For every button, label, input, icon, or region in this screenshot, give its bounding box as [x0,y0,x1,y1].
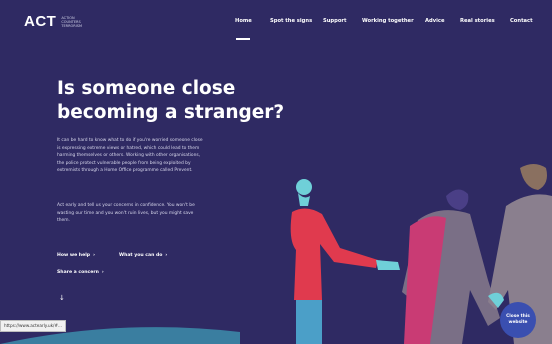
close-button-label-line: website [508,320,528,325]
turned-away-figure-illustration [402,189,500,344]
close-this-website-button[interactable]: Close this website [500,302,536,338]
hero-illustration [0,164,552,344]
browser-status-url: https://www.actearly.uk/#... [0,320,66,332]
reaching-figure-illustration [290,179,400,344]
